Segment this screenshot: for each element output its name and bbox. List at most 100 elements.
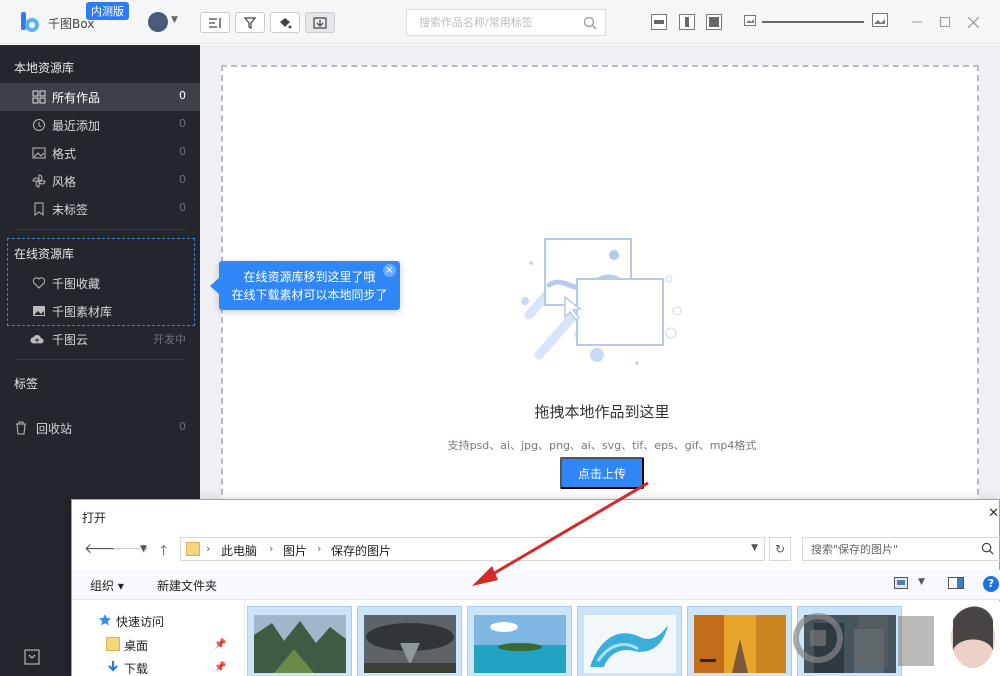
zoom-slider[interactable] xyxy=(762,21,864,23)
sidebar-item-count: 0 xyxy=(179,420,186,433)
close-window-button[interactable] xyxy=(964,13,982,31)
local-library-heading: 本地资源库 xyxy=(14,61,75,75)
avatar[interactable] xyxy=(148,12,168,32)
tags-heading: 标签 xyxy=(14,377,39,391)
tooltip-line: 在线下载素材可以本地同步了 xyxy=(231,288,388,302)
sidebar-item-label: 千图收藏 xyxy=(52,277,101,291)
sidebar-item-cloud[interactable]: 千图云 开发中 xyxy=(0,325,200,353)
folder-icon xyxy=(186,542,200,556)
dialog-search-input[interactable] xyxy=(803,538,973,560)
organize-menu[interactable]: 组织 ▾ xyxy=(90,577,124,594)
search-input[interactable] xyxy=(407,10,567,35)
pinwheel-icon xyxy=(32,174,46,188)
small-image-icon[interactable] xyxy=(744,15,756,26)
sidebar-item-format[interactable]: 格式 0 xyxy=(0,139,200,167)
collapse-panel-icon[interactable] xyxy=(24,649,40,665)
recent-locations-chevron-icon[interactable]: ▼ xyxy=(140,544,147,554)
up-arrow-icon[interactable]: 🡑 xyxy=(160,540,167,564)
sidebar-item-label: 所有作品 xyxy=(52,91,101,105)
file-thumbnail[interactable] xyxy=(247,606,352,676)
sidebar-item-material-library[interactable]: 千图素材库 xyxy=(0,297,200,325)
layout-full-button[interactable] xyxy=(706,14,722,30)
layout-column-button[interactable] xyxy=(679,14,695,30)
chevron-down-icon[interactable]: ▼ xyxy=(918,577,925,587)
chevron-right-icon[interactable]: › xyxy=(206,542,210,555)
sidebar-item-count: 0 xyxy=(179,117,186,130)
site-watermark-logo xyxy=(793,606,995,668)
sidebar-item-all-works[interactable]: 所有作品 0 xyxy=(0,83,200,111)
sidebar-item-count: 0 xyxy=(179,89,186,102)
online-library-tooltip: 在线资源库移到这里了哦 在线下载素材可以本地同步了 × xyxy=(210,261,400,310)
online-library-heading: 在线资源库 xyxy=(14,247,75,261)
sidebar-item-untagged[interactable]: 未标签 0 xyxy=(0,195,200,223)
tooltip-line: 在线资源库移到这里了哦 xyxy=(243,270,376,284)
file-thumbnail[interactable] xyxy=(467,606,572,676)
chevron-right-icon[interactable]: › xyxy=(269,542,273,555)
breadcrumb-segment[interactable]: 此电脑 xyxy=(221,542,257,559)
beta-badge: 内测版 xyxy=(86,2,129,20)
pin-icon[interactable]: 📌 xyxy=(214,639,226,650)
close-icon[interactable]: × xyxy=(383,264,396,277)
view-options-icon[interactable] xyxy=(894,577,908,589)
chevron-down-icon[interactable]: ▼ xyxy=(171,15,178,25)
chevron-right-icon[interactable]: › xyxy=(317,542,321,555)
nav-item-downloads[interactable]: 下载 xyxy=(124,660,148,676)
layout-full-icon xyxy=(709,17,719,27)
search-icon[interactable] xyxy=(981,542,994,555)
dialog-title: 打开 xyxy=(82,511,107,525)
layout-grid-button[interactable] xyxy=(651,14,667,30)
sidebar-item-favorites[interactable]: 千图收藏 xyxy=(0,269,200,297)
large-image-icon[interactable] xyxy=(872,13,888,27)
file-thumbnail[interactable] xyxy=(577,606,682,676)
star-icon xyxy=(99,614,111,626)
filter-button[interactable] xyxy=(235,12,265,33)
app-logo-icon xyxy=(21,12,39,32)
help-icon[interactable]: ? xyxy=(983,576,999,592)
cloud-upload-icon xyxy=(30,334,44,344)
upload-illustration xyxy=(521,238,682,365)
filter-icon xyxy=(244,16,256,29)
sidebar-item-trash[interactable]: 回收站 0 xyxy=(0,414,200,442)
clock-icon xyxy=(33,119,45,131)
navigation-pane: 快速访问 桌面 📌 下载 📌 xyxy=(72,601,244,676)
dialog-toolbar: 组织 ▾ 新建文件夹 ▼ ? xyxy=(72,570,1000,600)
sort-icon xyxy=(209,17,221,28)
chevron-down-icon[interactable]: ▼ xyxy=(751,543,758,553)
pin-icon[interactable]: 📌 xyxy=(214,662,226,673)
sidebar-item-status: 开发中 xyxy=(153,333,186,346)
sidebar-item-label: 千图云 xyxy=(52,333,89,347)
image-format-icon xyxy=(32,147,46,159)
minimize-button[interactable] xyxy=(908,13,926,31)
download-arrow-icon xyxy=(108,661,118,672)
import-button[interactable] xyxy=(305,12,335,33)
refresh-icon: ↻ xyxy=(774,542,786,556)
refresh-button[interactable]: ↻ xyxy=(769,537,791,561)
sidebar-item-recent[interactable]: 最近添加 0 xyxy=(0,111,200,139)
sidebar-item-count: 0 xyxy=(179,173,186,186)
nav-item-desktop[interactable]: 桌面 xyxy=(124,637,148,654)
file-thumbnail[interactable] xyxy=(357,606,462,676)
drop-title: 拖拽本地作品到这里 xyxy=(534,403,670,421)
file-thumbnail[interactable] xyxy=(687,606,792,676)
new-folder-button[interactable]: 新建文件夹 xyxy=(157,577,217,594)
upload-button[interactable]: 点击上传 xyxy=(560,457,644,489)
dialog-close-icon[interactable]: ✕ xyxy=(988,506,999,521)
breadcrumb-segment[interactable]: 图片 xyxy=(283,542,307,559)
nav-item-quick-access[interactable]: 快速访问 xyxy=(116,613,164,630)
trash-icon xyxy=(16,421,26,435)
sidebar-item-style[interactable]: 风格 0 xyxy=(0,167,200,195)
address-bar[interactable]: › 此电脑 › 图片 › 保存的图片 ▼ xyxy=(180,537,765,561)
top-bar: 千图Box 内测版 ▼ xyxy=(0,0,1000,44)
sort-button[interactable] xyxy=(200,12,230,33)
maximize-button[interactable] xyxy=(936,13,954,31)
sidebar-item-label: 回收站 xyxy=(36,422,73,436)
divider xyxy=(14,359,186,360)
color-fill-button[interactable] xyxy=(270,12,300,33)
sidebar-item-count: 0 xyxy=(179,201,186,214)
breadcrumb-segment[interactable]: 保存的图片 xyxy=(331,542,391,559)
supported-formats: 支持psd、ai、jpg、png、ai、svg、tif、eps、gif、mp4格… xyxy=(447,439,757,452)
picture-icon xyxy=(33,306,45,316)
search-icon[interactable] xyxy=(583,16,597,30)
preview-pane-icon[interactable] xyxy=(948,577,964,589)
sidebar-item-count: 0 xyxy=(179,145,186,158)
